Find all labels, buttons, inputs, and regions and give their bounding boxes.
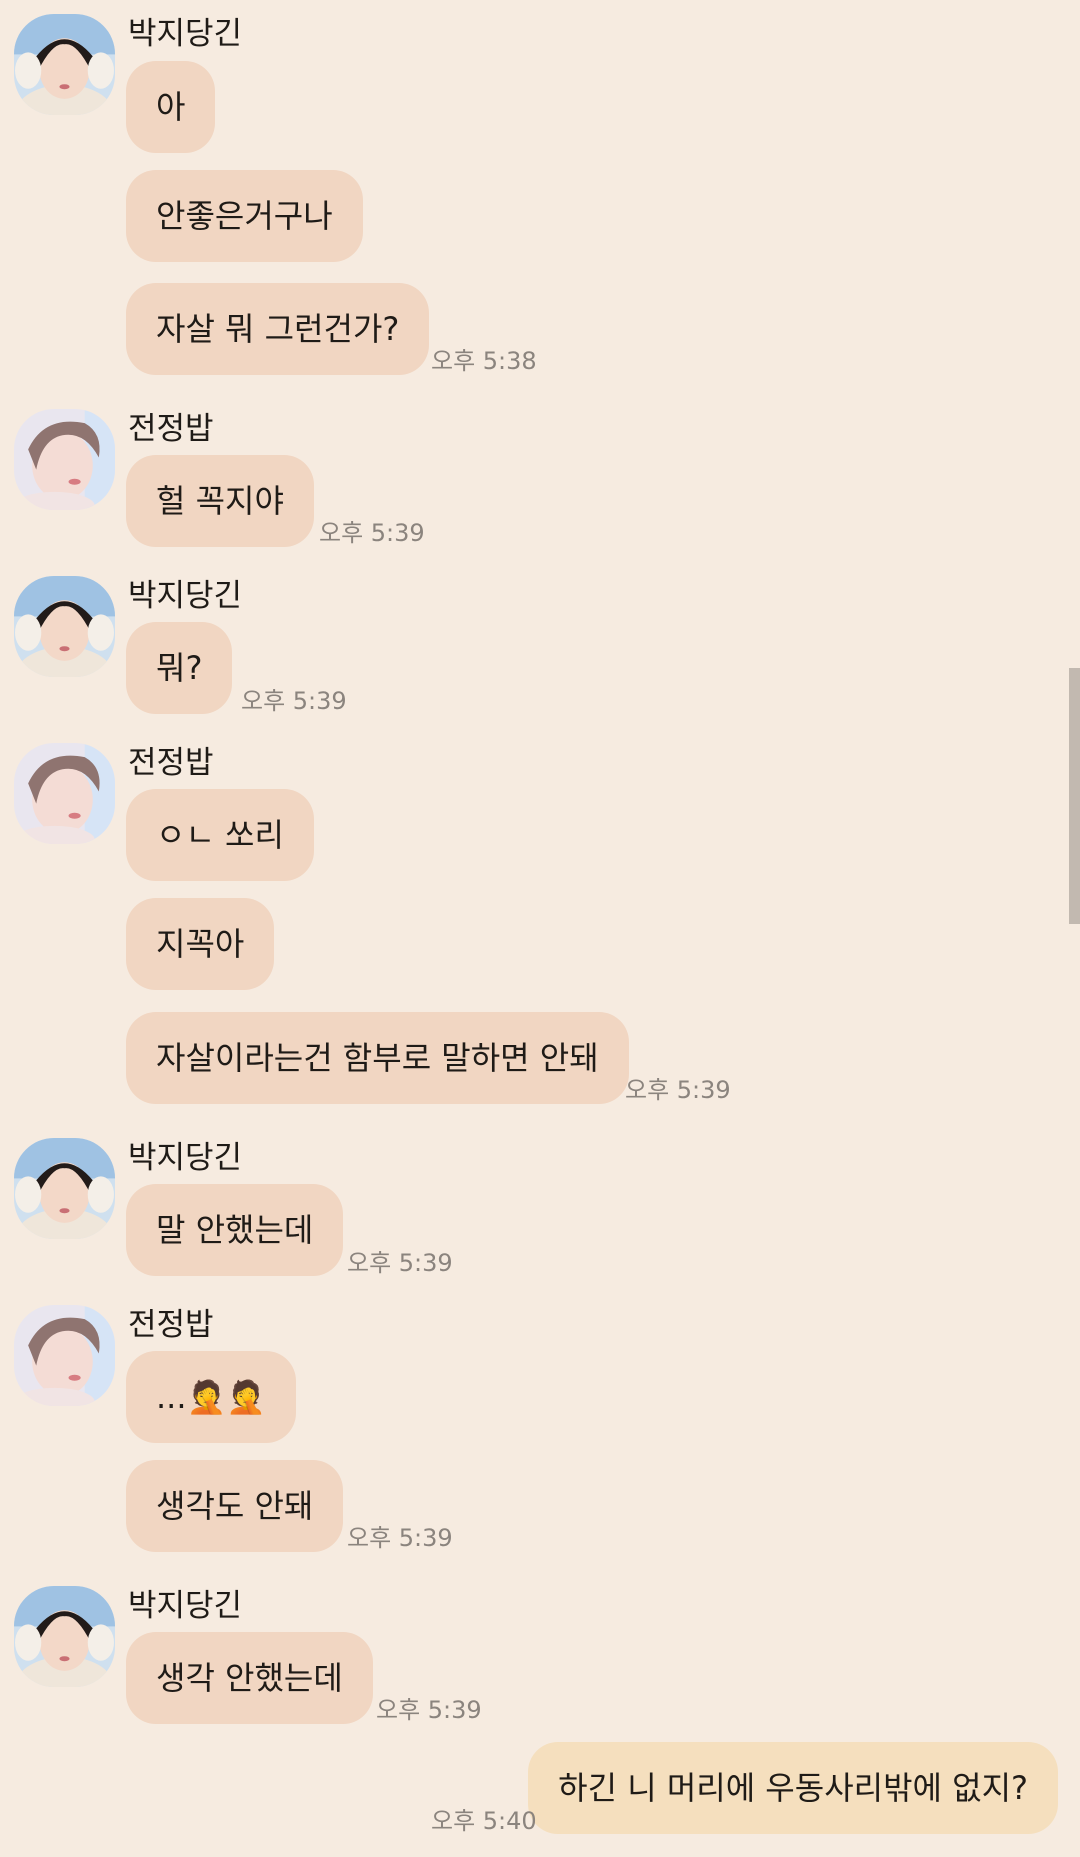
message-bubble-outgoing[interactable]: 하긴 니 머리에 우동사리밖에 없지?	[528, 1742, 1058, 1834]
avatar[interactable]	[14, 576, 115, 677]
message-bubble[interactable]: 생각도 안돼	[126, 1460, 344, 1552]
message-timestamp: 오후 5:39	[625, 1076, 731, 1104]
message-timestamp: 오후 5:38	[431, 347, 537, 375]
message-bubble[interactable]: 지꼭아	[126, 898, 275, 990]
message-timestamp: 오후 5:39	[319, 519, 425, 547]
message-bubble[interactable]: 안좋은거구나	[126, 170, 363, 262]
sender-name: 전정밥	[128, 1307, 214, 1343]
message-bubble[interactable]: 헐 꼭지야	[126, 455, 314, 547]
avatar-photo-icon	[14, 14, 115, 115]
message-bubble[interactable]: 말 안했는데	[126, 1184, 344, 1276]
avatar-photo-icon	[14, 1138, 115, 1239]
sender-name: 박지당긴	[128, 578, 243, 614]
scrollbar[interactable]	[1069, 668, 1080, 924]
sender-name: 전정밥	[128, 745, 214, 781]
sender-name: 전정밥	[128, 411, 214, 447]
message-bubble[interactable]: 자살이라는건 함부로 말하면 안돼	[126, 1012, 629, 1104]
avatar[interactable]	[14, 1586, 115, 1687]
message-bubble[interactable]: ...🤦🤦	[126, 1351, 297, 1443]
sender-name: 박지당긴	[128, 16, 243, 52]
avatar-photo-icon	[14, 409, 115, 510]
avatar[interactable]	[14, 743, 115, 844]
avatar[interactable]	[14, 1138, 115, 1239]
message-timestamp: 오후 5:39	[347, 1524, 453, 1552]
avatar-photo-icon	[14, 743, 115, 844]
message-timestamp: 오후 5:40	[431, 1807, 537, 1835]
message-timestamp: 오후 5:39	[376, 1696, 482, 1724]
sender-name: 박지당긴	[128, 1140, 243, 1176]
message-bubble[interactable]: 뭐?	[126, 622, 233, 714]
avatar[interactable]	[14, 409, 115, 510]
avatar-photo-icon	[14, 1586, 115, 1687]
avatar-photo-icon	[14, 1305, 115, 1406]
message-timestamp: 오후 5:39	[241, 687, 347, 715]
avatar[interactable]	[14, 1305, 115, 1406]
avatar[interactable]	[14, 14, 115, 115]
message-bubble[interactable]: 생각 안했는데	[126, 1632, 373, 1724]
sender-name: 박지당긴	[128, 1588, 243, 1624]
chat-message-list[interactable]: 박지당긴 아 안좋은거구나 자살 뭐 그런건가? 오후 5:38 전정밥 헐 꼭…	[0, 0, 1080, 1857]
avatar-photo-icon	[14, 576, 115, 677]
message-bubble[interactable]: 아	[126, 61, 216, 153]
message-timestamp: 오후 5:39	[347, 1249, 453, 1277]
message-bubble[interactable]: ㅇㄴ 쏘리	[126, 789, 314, 881]
message-bubble[interactable]: 자살 뭐 그런건가?	[126, 283, 430, 375]
